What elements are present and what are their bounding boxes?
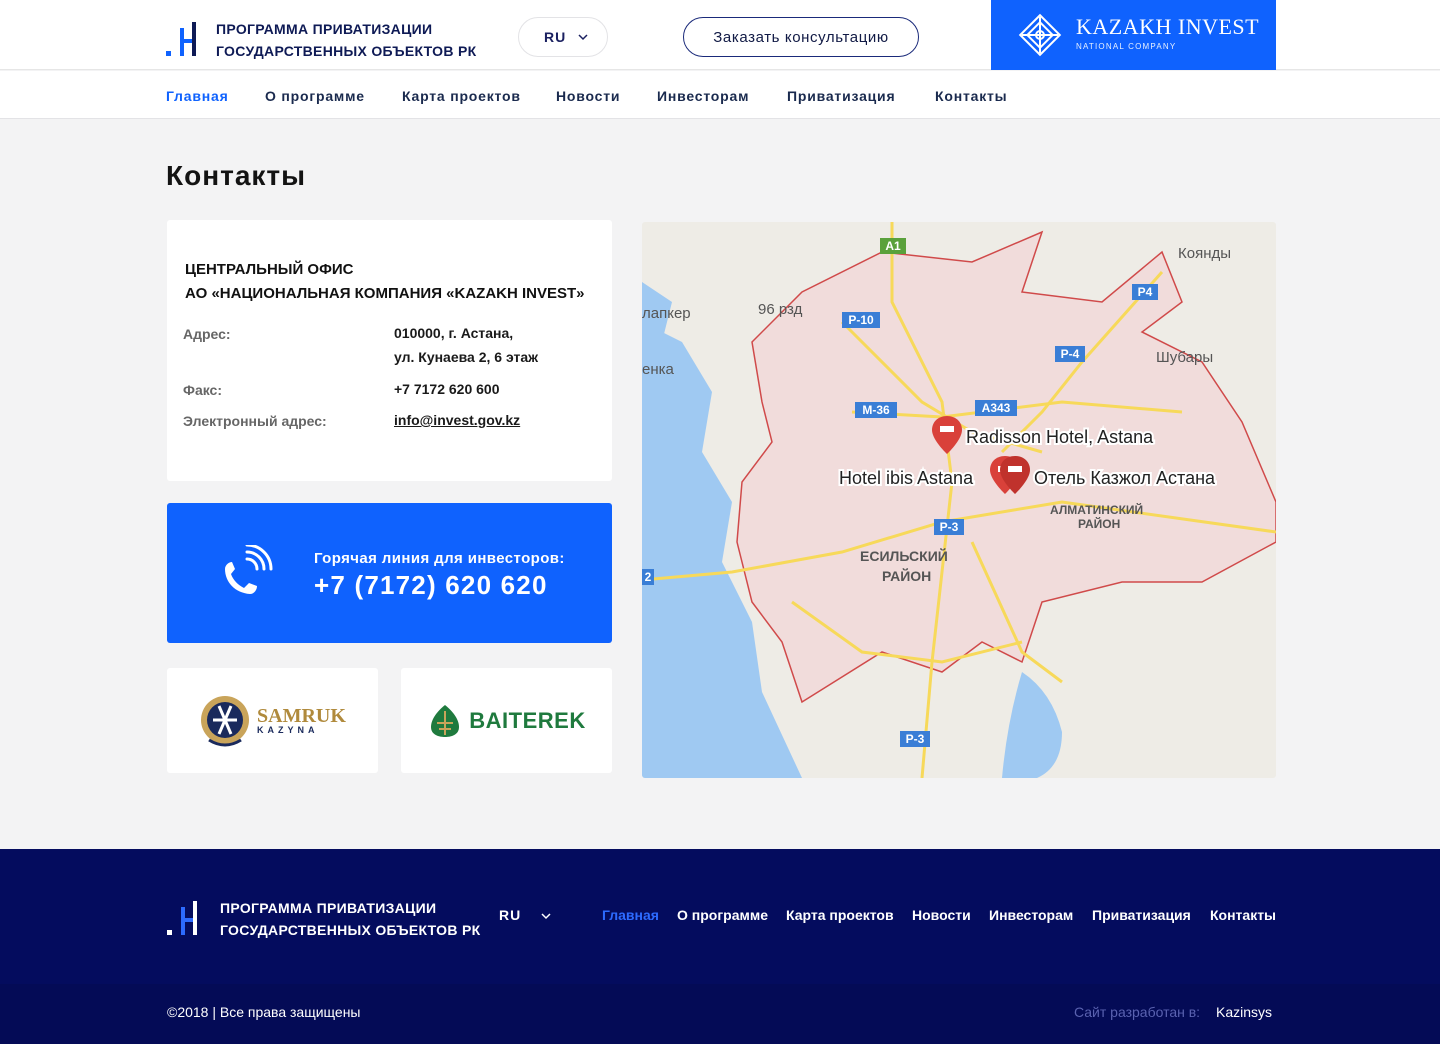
kazakh-invest-sub: NATIONAL COMPANY [1076,42,1177,51]
chevron-down-icon [541,913,551,920]
nav-item-about[interactable]: О программе [265,88,365,104]
site-header: Программа приватизации государственных о… [0,0,1440,70]
nav-item-contacts[interactable]: Контакты [935,88,1007,104]
kazakh-invest-emblem-icon [1018,13,1062,57]
hotel-label-radisson: Radisson Hotel, Astana [966,427,1154,447]
office-heading: Центральный офис АО «Национальная компан… [185,258,585,306]
address-line1: 010000, г. Астана, [394,325,514,341]
office-card: Центральный офис АО «Национальная компан… [167,220,612,481]
road-a1: A1 [885,239,901,253]
copyright: ©2018 | Все права защищены [167,1004,361,1020]
site-title-line2: государственных объектов РК [216,43,477,59]
road-p10: P-10 [848,313,874,327]
place-koyandy: Коянды [1178,245,1231,262]
site-title-line1: Программа приватизации [216,21,433,37]
logo-mark-icon [166,22,196,56]
site-footer: Программа приватизации государственных о… [0,849,1440,984]
main-nav: Главная О программе Карта проектов Новос… [0,71,1440,119]
footer-logo[interactable]: Программа приватизации государственных о… [167,897,480,941]
hotline-card: Горячая линия для инвесторов: +7 (7172) … [167,503,612,643]
road-a343: A343 [982,401,1011,415]
baiterek-logo[interactable]: BAITEREK [401,668,612,773]
baiterek-emblem-icon [431,704,460,737]
place-almaty-district: АЛМАТИНСКИЙ [1050,502,1143,517]
address-line2: ул. Кунаева 2, 6 этаж [394,349,539,365]
site-title: Программа приватизации государственных о… [216,18,476,62]
email-label: Электронный адрес: [183,413,327,429]
nav-item-investors[interactable]: Инвесторам [657,88,749,104]
kazakh-invest-logo[interactable]: KAZAKH INVEST NATIONAL COMPANY [991,0,1276,70]
place-enka: енка [642,361,675,378]
hotline-label: Горячая линия для инвесторов: [314,550,565,567]
samruk-name: SAMRUK [257,704,346,727]
kazakh-invest-name: KAZAKH INVEST [1076,14,1260,39]
fax-label: Факс: [183,382,223,398]
nav-item-home[interactable]: Главная [166,88,229,104]
hotel-label-ibis: Hotel ibis Astana [839,468,974,488]
page-title: Контакты [166,160,307,191]
office-map[interactable]: A1 P4 P-10 P-4 M-36 A343 P-3 P-3 2 Коянд… [642,222,1276,778]
language-select[interactable]: RU [518,17,608,57]
address-label: Адрес: [183,326,231,342]
map-canvas[interactable]: A1 P4 P-10 P-4 M-36 A343 P-3 P-3 2 Коянд… [642,222,1276,778]
footer-nav-project-map[interactable]: Карта проектов [786,907,894,923]
developer-link[interactable]: Kazinsys [1216,1004,1272,1020]
footer-nav-privatization[interactable]: Приватизация [1092,907,1191,923]
nav-item-privatization[interactable]: Приватизация [787,88,895,104]
road-2: 2 [645,570,652,584]
footer-nav-news[interactable]: Новости [912,907,971,923]
fax-value: +7 7172 620 600 [394,381,500,397]
footer-language-select[interactable]: RU [499,907,552,923]
language-current: RU [544,29,567,45]
place-shubary: Шубары [1156,349,1213,366]
footer-bottom: ©2018 | Все права защищены Сайт разработ… [0,984,1440,1044]
office-heading-line1: Центральный офис [185,261,354,278]
footer-title-line2: государственных объектов РК [220,922,481,938]
samruk-kazyna-logo[interactable]: SAMRUK KAZYNA [167,668,378,773]
consultation-button[interactable]: Заказать консультацию [683,17,919,57]
road-p4: P4 [1138,285,1153,299]
email-link[interactable]: info@invest.gov.kz [394,408,520,432]
road-m36: M-36 [862,403,890,417]
hotel-label-kazzhol: Отель Казжол Астана [1034,468,1216,488]
developer-label: Сайт разработан в: [1074,1004,1201,1020]
place-96: 96 рзд [758,301,803,318]
place-almaty-rayon: РАЙОН [1078,516,1120,531]
site-logo[interactable]: Программа приватизации государственных о… [166,18,476,62]
footer-nav-investors[interactable]: Инвесторам [989,907,1073,923]
road-p3-south: P-3 [906,732,925,746]
place-lapker: лапкер [642,305,691,322]
office-heading-line2: АО «Национальная компания «KAZAKH INVEST… [185,285,585,302]
baiterek-name: BAITEREK [469,707,586,733]
phone-icon [225,545,273,594]
footer-title-line1: Программа приватизации [220,900,437,916]
hotline-number[interactable]: +7 (7172) 620 620 [314,570,548,601]
nav-item-project-map[interactable]: Карта проектов [402,88,521,104]
samruk-emblem-icon [201,695,250,746]
footer-nav-about[interactable]: О программе [677,907,768,923]
samruk-wordmark: SAMRUK KAZYNA [257,704,346,735]
footer-nav-home[interactable]: Главная [602,907,659,923]
footer-logo-mark-icon [167,901,197,935]
nav-item-news[interactable]: Новости [556,88,620,104]
road-p4-inner: P-4 [1061,347,1080,361]
place-esil-rayon: РАЙОН [882,567,931,584]
address-value: 010000, г. Астана, ул. Кунаева 2, 6 этаж [394,321,538,369]
road-p3-north: P-3 [940,520,959,534]
kazakh-invest-text: KAZAKH INVEST NATIONAL COMPANY [1076,14,1259,51]
footer-nav-contacts[interactable]: Контакты [1210,907,1276,923]
footer-title: Программа приватизации государственных о… [220,897,480,941]
footer-language-current: RU [499,907,522,923]
chevron-down-icon [578,34,588,41]
place-esil-district: ЕСИЛЬСКИЙ [860,547,948,564]
